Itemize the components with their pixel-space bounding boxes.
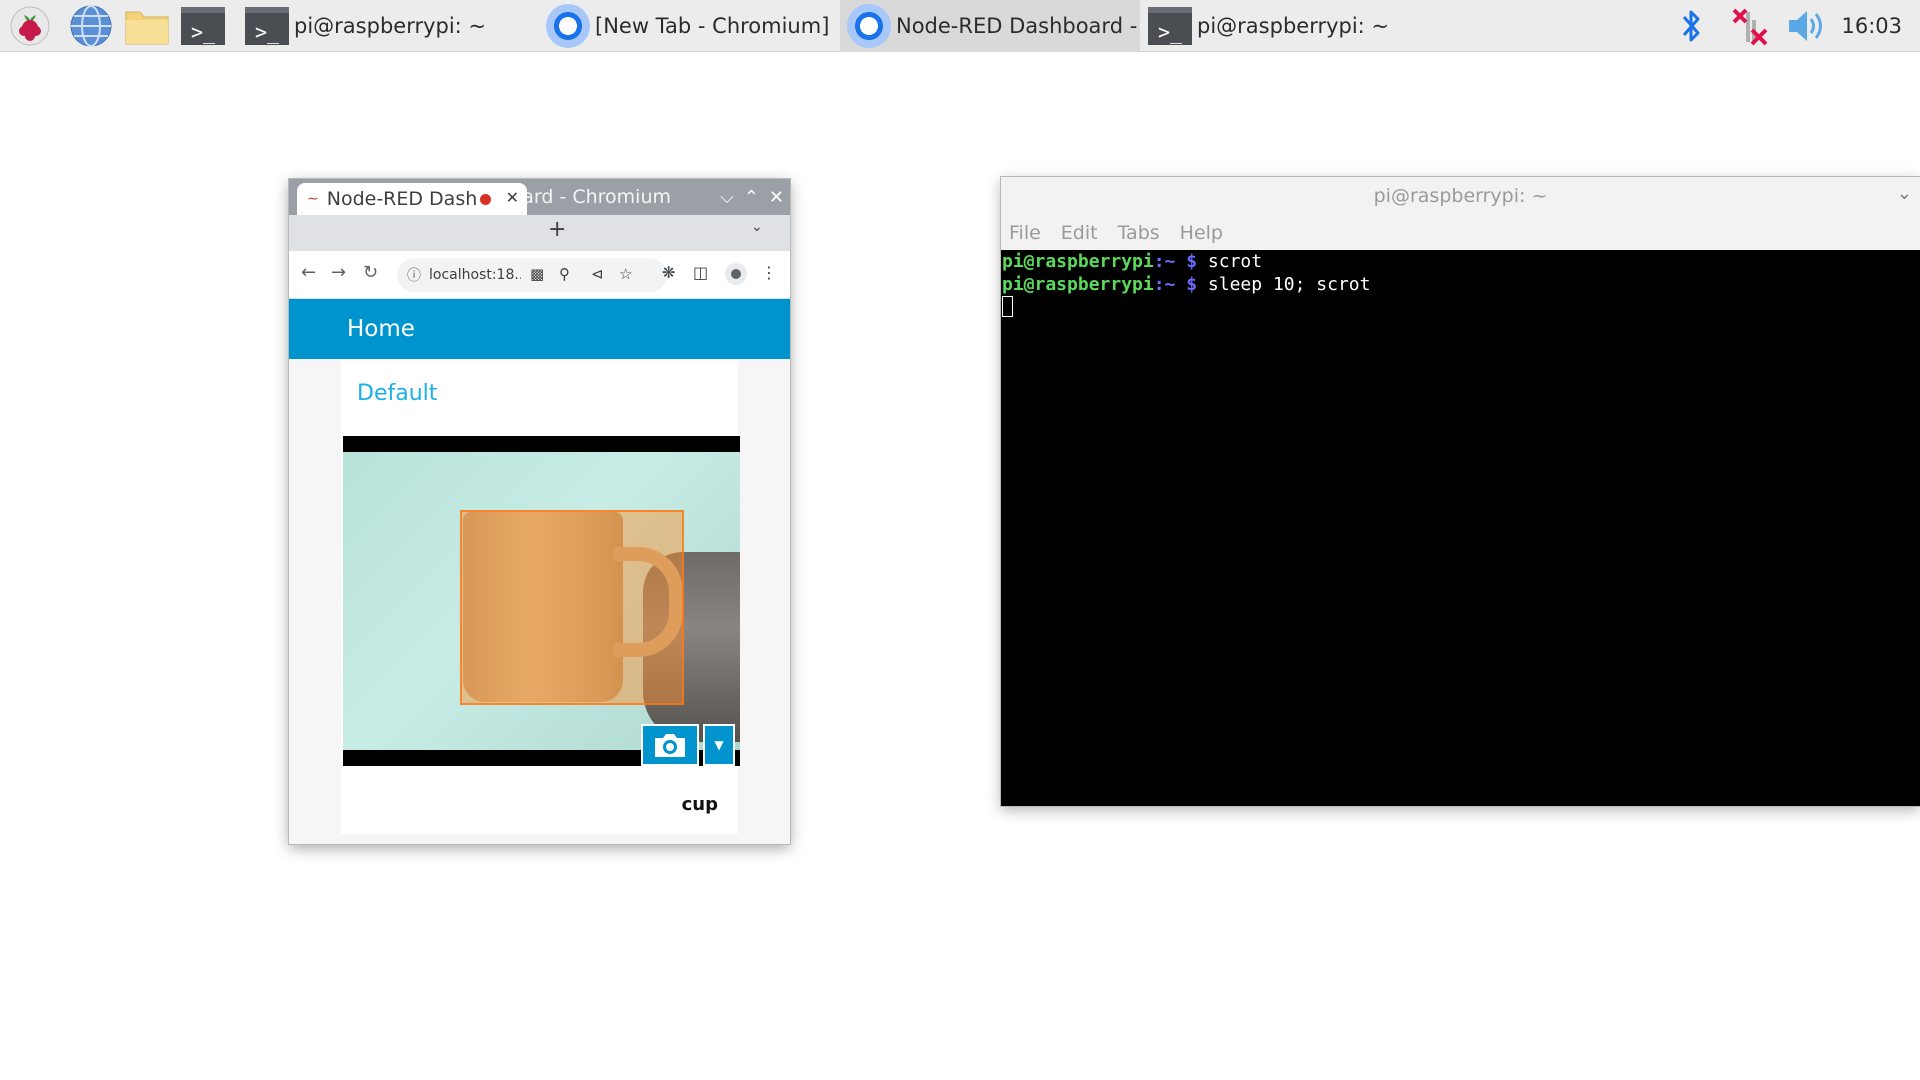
maximize-icon[interactable]: ⌃ <box>744 187 759 208</box>
task-label: Node-RED Dashboard - ... <box>896 14 1140 38</box>
camera-icon <box>655 734 685 757</box>
chromium-icon <box>846 3 892 49</box>
browser-toolbar: ← → ↻ ⓘ localhost:18... ▩ ⚲ ⊲ ☆ ❋ ◫ ⋮ <box>289 251 790 299</box>
tab-close-icon[interactable]: ✕ <box>506 188 519 207</box>
camera-widget: ▼ <box>343 436 740 766</box>
terminal-cursor <box>1002 296 1013 317</box>
window-title: pi@raspberrypi: ~ <box>1373 185 1548 207</box>
menu-file[interactable]: File <box>1009 222 1041 244</box>
network-disconnected-icon[interactable] <box>1728 0 1772 52</box>
terminal-titlebar[interactable]: pi@raspberrypi: ~ <box>1001 177 1920 215</box>
bluetooth-icon[interactable] <box>1672 0 1712 52</box>
address-bar[interactable]: ⓘ localhost:18... ▩ ⚲ ⊲ ☆ <box>397 258 667 292</box>
chromium-window: Node-RED Dashboard - Chromium ⌵ ⌃ ✕ ∼ No… <box>289 179 790 844</box>
chromium-icon <box>545 3 591 49</box>
terminal-output[interactable]: pi@raspberrypi:~ $ scrot pi@raspberrypi:… <box>1001 250 1920 806</box>
dashboard-group-card: Default ▼ cup <box>341 359 740 834</box>
task-label: pi@raspberrypi: ~ <box>1197 14 1390 38</box>
tab-strip <box>289 215 790 251</box>
task-label: [New Tab - Chromium] <box>595 14 830 38</box>
terminal-line: pi@raspberrypi:~ $ sleep 10; scrot <box>1002 274 1371 295</box>
globe-icon[interactable] <box>68 3 114 49</box>
chevron-down-icon[interactable]: ⌵ <box>720 187 734 208</box>
terminal-icon: >_ <box>244 3 290 49</box>
camera-in-use-icon[interactable]: ▩ <box>530 265 544 283</box>
zoom-icon[interactable]: ⚲ <box>559 265 570 283</box>
back-arrow-icon[interactable]: ← <box>301 262 316 283</box>
terminal-window: pi@raspberrypi: ~ ⌄ File Edit Tabs Help … <box>1001 177 1920 806</box>
node-red-favicon-icon: ∼ <box>307 191 319 207</box>
group-title: Default <box>357 381 438 406</box>
taskbar: >_ >_ pi@raspberrypi: ~ [New Tab - Chrom… <box>0 0 1920 52</box>
menu-kebab-icon[interactable]: ⋮ <box>761 263 777 282</box>
extensions-puzzle-icon[interactable]: ❋ <box>662 263 675 282</box>
tab-search-chevron-icon[interactable]: ⌄ <box>751 219 763 235</box>
camera-frame-image <box>343 452 740 750</box>
task-terminal-2[interactable]: >_ pi@raspberrypi: ~ <box>1141 0 1441 52</box>
volume-icon[interactable] <box>1784 0 1828 52</box>
terminal-icon[interactable]: >_ <box>180 3 226 49</box>
reload-icon[interactable]: ↻ <box>363 262 378 283</box>
task-chromium-newtab[interactable]: [New Tab - Chromium] <box>539 0 839 52</box>
detection-bounding-box <box>460 510 684 705</box>
menu-help[interactable]: Help <box>1180 222 1223 244</box>
folder-icon[interactable] <box>124 3 170 49</box>
camera-dropdown-button[interactable]: ▼ <box>703 724 735 766</box>
tab-node-red-dashboard[interactable]: ∼ Node-RED Dash ✕ <box>297 183 527 215</box>
clock[interactable]: 16:03 <box>1841 0 1902 52</box>
node-red-dashboard: Home Default ▼ cup <box>289 299 790 844</box>
menu-tabs[interactable]: Tabs <box>1118 222 1160 244</box>
dashboard-header: Home <box>289 299 790 359</box>
terminal-menubar: File Edit Tabs Help <box>1001 215 1920 250</box>
terminal-icon: >_ <box>1147 3 1193 49</box>
detection-label: cup <box>681 794 718 815</box>
profile-avatar-icon[interactable] <box>725 263 747 285</box>
share-icon[interactable]: ⊲ <box>591 265 604 283</box>
side-panel-icon[interactable]: ◫ <box>693 263 708 282</box>
raspberry-icon[interactable] <box>7 3 53 49</box>
url-text: localhost:18... <box>429 267 521 283</box>
new-tab-button[interactable]: + <box>548 217 566 242</box>
terminal-cursor-line <box>1002 296 1920 319</box>
tab-title: Node-RED Dash <box>326 188 478 210</box>
caret-down-icon: ▼ <box>714 738 724 752</box>
task-chromium-dashboard[interactable]: Node-RED Dashboard - ... <box>840 0 1140 52</box>
bookmark-star-icon[interactable]: ☆ <box>619 265 632 283</box>
recording-indicator-icon <box>480 194 491 205</box>
terminal-line: pi@raspberrypi:~ $ scrot <box>1002 251 1263 272</box>
dashboard-title: Home <box>347 316 415 342</box>
task-terminal-1[interactable]: >_ pi@raspberrypi: ~ <box>238 0 528 52</box>
window-controls: ⌵ ⌃ ✕ <box>720 179 784 215</box>
menu-edit[interactable]: Edit <box>1061 222 1098 244</box>
chevron-down-icon[interactable]: ⌄ <box>1897 183 1912 204</box>
task-label: pi@raspberrypi: ~ <box>294 14 487 38</box>
close-icon[interactable]: ✕ <box>769 187 784 208</box>
camera-capture-button[interactable] <box>641 724 699 766</box>
forward-arrow-icon[interactable]: → <box>331 262 346 283</box>
info-icon[interactable]: ⓘ <box>407 265 421 285</box>
